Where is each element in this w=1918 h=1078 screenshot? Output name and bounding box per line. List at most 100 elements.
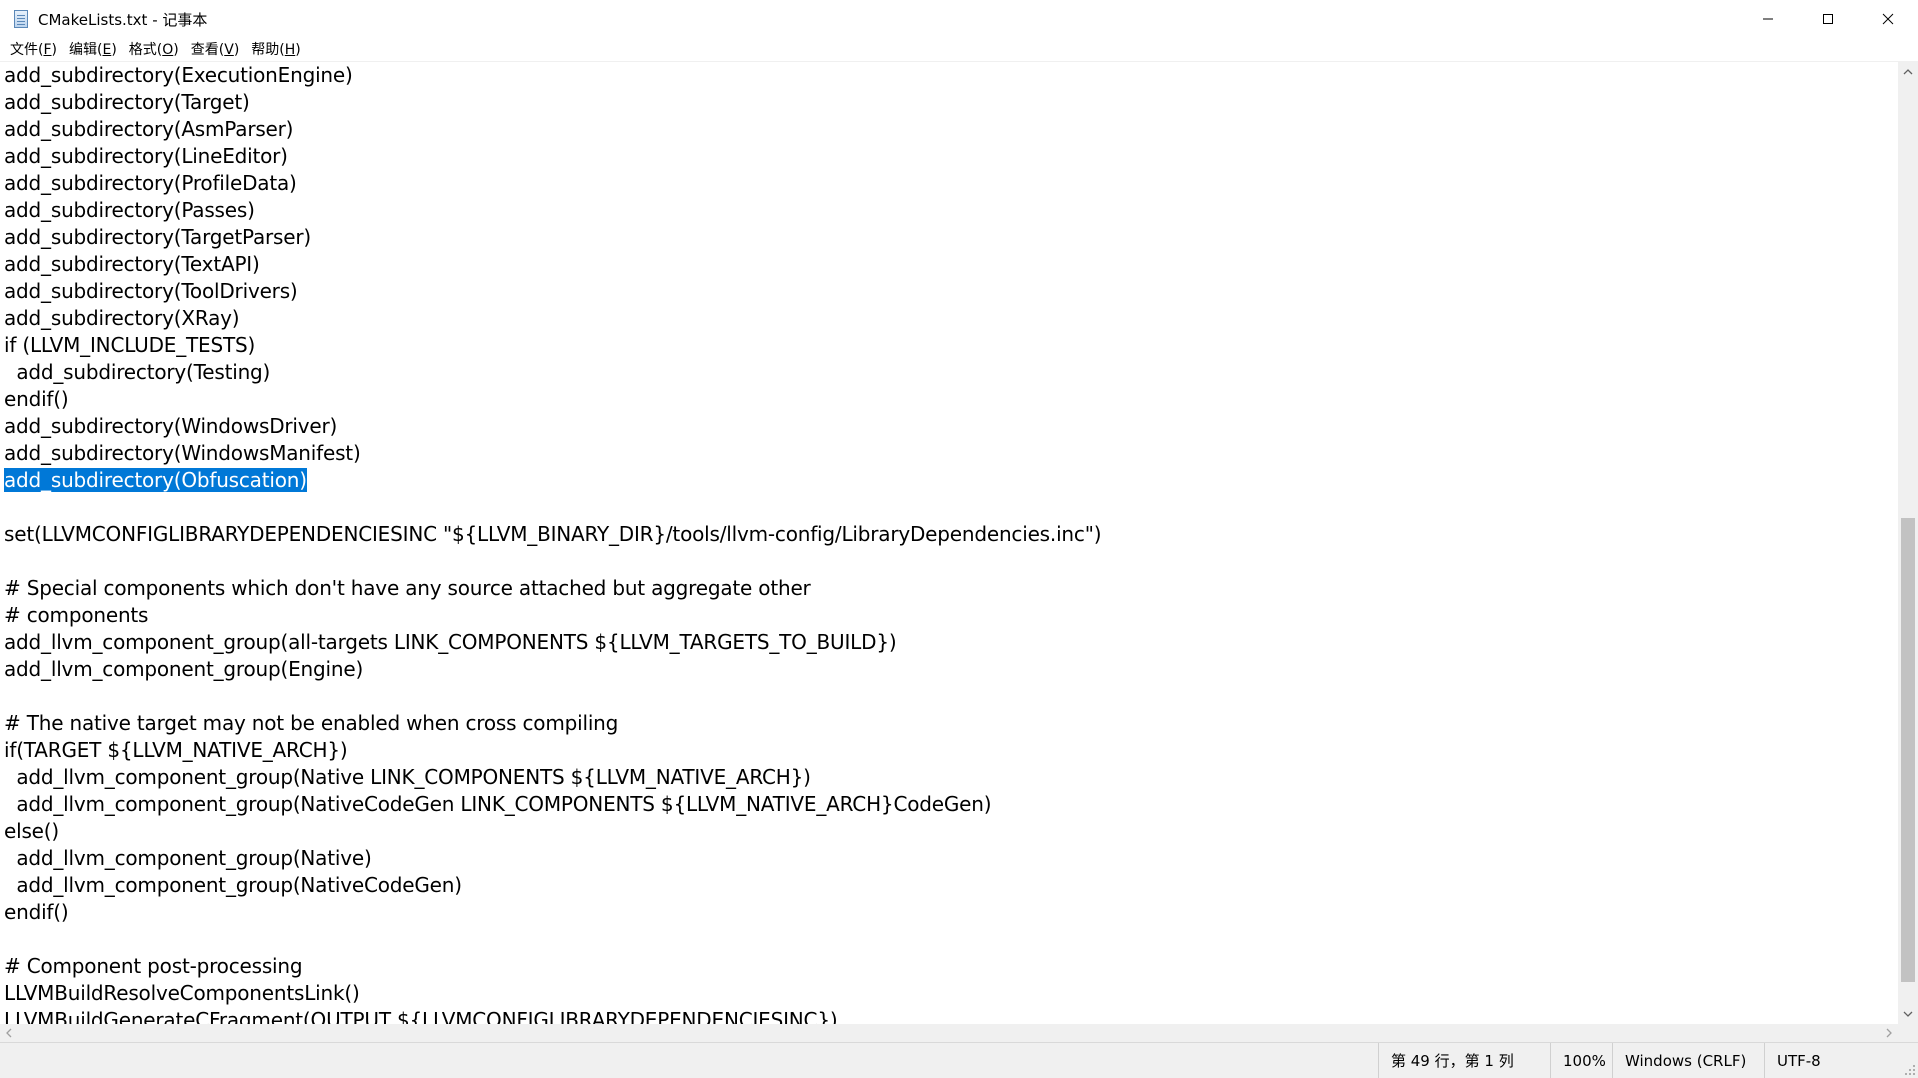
line-text: # Component post-processing [4,954,303,978]
menu-edit[interactable]: 编辑(E) [63,38,123,62]
scrollbar-corner [1898,1024,1918,1042]
line-text: # Special components which don't have an… [4,576,811,600]
line-text: endif() [4,900,69,924]
line-text: add_subdirectory(WindowsManifest) [4,441,361,465]
selected-text: add_subdirectory(Obfuscation) [4,468,307,492]
editor-line[interactable]: add_subdirectory(Obfuscation) [4,467,1101,494]
vertical-scroll-thumb[interactable] [1901,518,1915,982]
editor-line[interactable]: add_llvm_component_group(Engine) [4,656,1101,683]
editor-line[interactable]: endif() [4,386,1101,413]
line-text: add_llvm_component_group(Native) [4,846,372,870]
vertical-scrollbar[interactable] [1898,62,1918,1024]
horizontal-scrollbar[interactable] [0,1024,1898,1042]
chevron-right-icon [1886,1028,1892,1038]
maximize-button[interactable] [1798,0,1858,38]
title-bar: CMakeLists.txt - 记事本 [0,0,1918,38]
line-text: LLVMBuildGenerateCFragment(OUTPUT ${LLVM… [4,1008,838,1024]
chevron-left-icon [6,1028,12,1038]
close-button[interactable] [1858,0,1918,38]
line-text: LLVMBuildResolveComponentsLink() [4,981,360,1005]
editor-line[interactable]: if(TARGET ${LLVM_NATIVE_ARCH}) [4,737,1101,764]
editor-line[interactable]: add_subdirectory(XRay) [4,305,1101,332]
scroll-right-button[interactable] [1880,1024,1898,1042]
line-text: set(LLVMCONFIGLIBRARYDEPENDENCIESINC "${… [4,522,1102,546]
menu-view-label: 查看( [190,41,225,58]
line-text: add_subdirectory(XRay) [4,306,240,330]
scroll-left-button[interactable] [0,1024,18,1042]
editor-line[interactable]: add_subdirectory(WindowsManifest) [4,440,1101,467]
editor-line[interactable]: # components [4,602,1101,629]
line-text: add_subdirectory(ToolDrivers) [4,279,298,303]
resize-grip-icon[interactable] [1902,1062,1916,1076]
scroll-up-button[interactable] [1898,62,1918,82]
editor-line[interactable]: # The native target may not be enabled w… [4,710,1101,737]
line-text: add_subdirectory(LineEditor) [4,144,288,168]
line-text: # components [4,603,149,627]
menu-help[interactable]: 帮助(H) [245,38,306,62]
line-text: add_subdirectory(TargetParser) [4,225,311,249]
text-editor[interactable]: add_subdirectory(ExecutionEngine) add_sub… [0,62,1898,1024]
window-controls [1738,0,1918,38]
line-text: add_llvm_component_group(NativeCodeGen) [4,873,462,897]
editor-line[interactable] [4,548,1101,575]
editor-line[interactable]: LLVMBuildResolveComponentsLink() [4,980,1101,1007]
minimize-icon [1763,18,1773,20]
editor-line[interactable]: add_llvm_component_group(NativeCodeGen) [4,872,1101,899]
menu-help-suffix: ) [295,41,301,58]
menu-file-label: 文件( [10,41,44,58]
chevron-down-icon [1903,1011,1913,1017]
editor-line[interactable] [4,494,1101,521]
editor-line[interactable]: # Special components which don't have an… [4,575,1101,602]
menu-view-mnemonic: V [224,41,234,58]
menu-view-suffix: ) [233,41,240,58]
line-text: if (LLVM_INCLUDE_TESTS) [4,333,256,357]
cursor-position: 第 49 行，第 1 列 [1378,1043,1550,1078]
menu-format-suffix: ) [173,41,179,58]
editor-line[interactable]: # Component post-processing [4,953,1101,980]
line-text: add_subdirectory(TextAPI) [4,252,260,276]
editor-line[interactable]: add_subdirectory(ToolDrivers) [4,278,1101,305]
editor-line[interactable]: add_llvm_component_group(Native) [4,845,1101,872]
editor-line[interactable]: LLVMBuildGenerateCFragment(OUTPUT ${LLVM… [4,1007,1101,1024]
editor-line[interactable]: add_subdirectory(ExecutionEngine) [4,62,1101,89]
editor-line[interactable] [4,926,1101,953]
editor-line[interactable]: else() [4,818,1101,845]
editor-line[interactable]: add_llvm_component_group(NativeCodeGen L… [4,791,1101,818]
editor-content[interactable]: add_subdirectory(ExecutionEngine) add_sub… [4,62,1101,1024]
menu-help-mnemonic: H [284,41,296,58]
editor-line[interactable]: if (LLVM_INCLUDE_TESTS) [4,332,1101,359]
scroll-down-button[interactable] [1898,1004,1918,1024]
line-text: # The native target may not be enabled w… [4,711,619,735]
editor-line[interactable]: add_subdirectory(Testing) [4,359,1101,386]
editor-line[interactable] [4,683,1101,710]
menu-help-label: 帮助( [251,41,285,58]
line-text: add_subdirectory(AsmParser) [4,117,294,141]
line-text: add_subdirectory(Target) [4,90,250,114]
menu-bar: 文件(F) 编辑(E) 格式(O) 查看(V) 帮助(H) [0,38,1918,62]
editor-line[interactable]: add_subdirectory(WindowsDriver) [4,413,1101,440]
line-text: add_subdirectory(WindowsDriver) [4,414,338,438]
editor-line[interactable]: add_subdirectory(Target) [4,89,1101,116]
editor-line[interactable]: add_llvm_component_group(all-targets LIN… [4,629,1101,656]
editor-line[interactable]: endif() [4,899,1101,926]
editor-line[interactable]: add_subdirectory(ProfileData) [4,170,1101,197]
menu-format-mnemonic: O [162,41,174,58]
menu-view[interactable]: 查看(V) [185,38,246,62]
editor-line[interactable]: add_subdirectory(TextAPI) [4,251,1101,278]
close-icon [1882,13,1894,25]
line-text: add_subdirectory(Testing) [4,360,271,384]
editor-line[interactable]: add_subdirectory(Passes) [4,197,1101,224]
editor-line[interactable]: add_subdirectory(AsmParser) [4,116,1101,143]
line-text: add_llvm_component_group(Native LINK_COM… [4,765,811,789]
editor-line[interactable]: add_subdirectory(TargetParser) [4,224,1101,251]
minimize-button[interactable] [1738,0,1798,38]
editor-line[interactable]: add_llvm_component_group(Native LINK_COM… [4,764,1101,791]
menu-file-suffix: ) [51,41,57,58]
editor-line[interactable]: add_subdirectory(LineEditor) [4,143,1101,170]
window-title: CMakeLists.txt - 记事本 [38,10,208,29]
menu-format[interactable]: 格式(O) [123,38,185,62]
menu-edit-mnemonic: E [102,41,112,58]
menu-file[interactable]: 文件(F) [4,38,63,62]
editor-line[interactable]: set(LLVMCONFIGLIBRARYDEPENDENCIESINC "${… [4,521,1101,548]
maximize-icon [1823,14,1833,24]
